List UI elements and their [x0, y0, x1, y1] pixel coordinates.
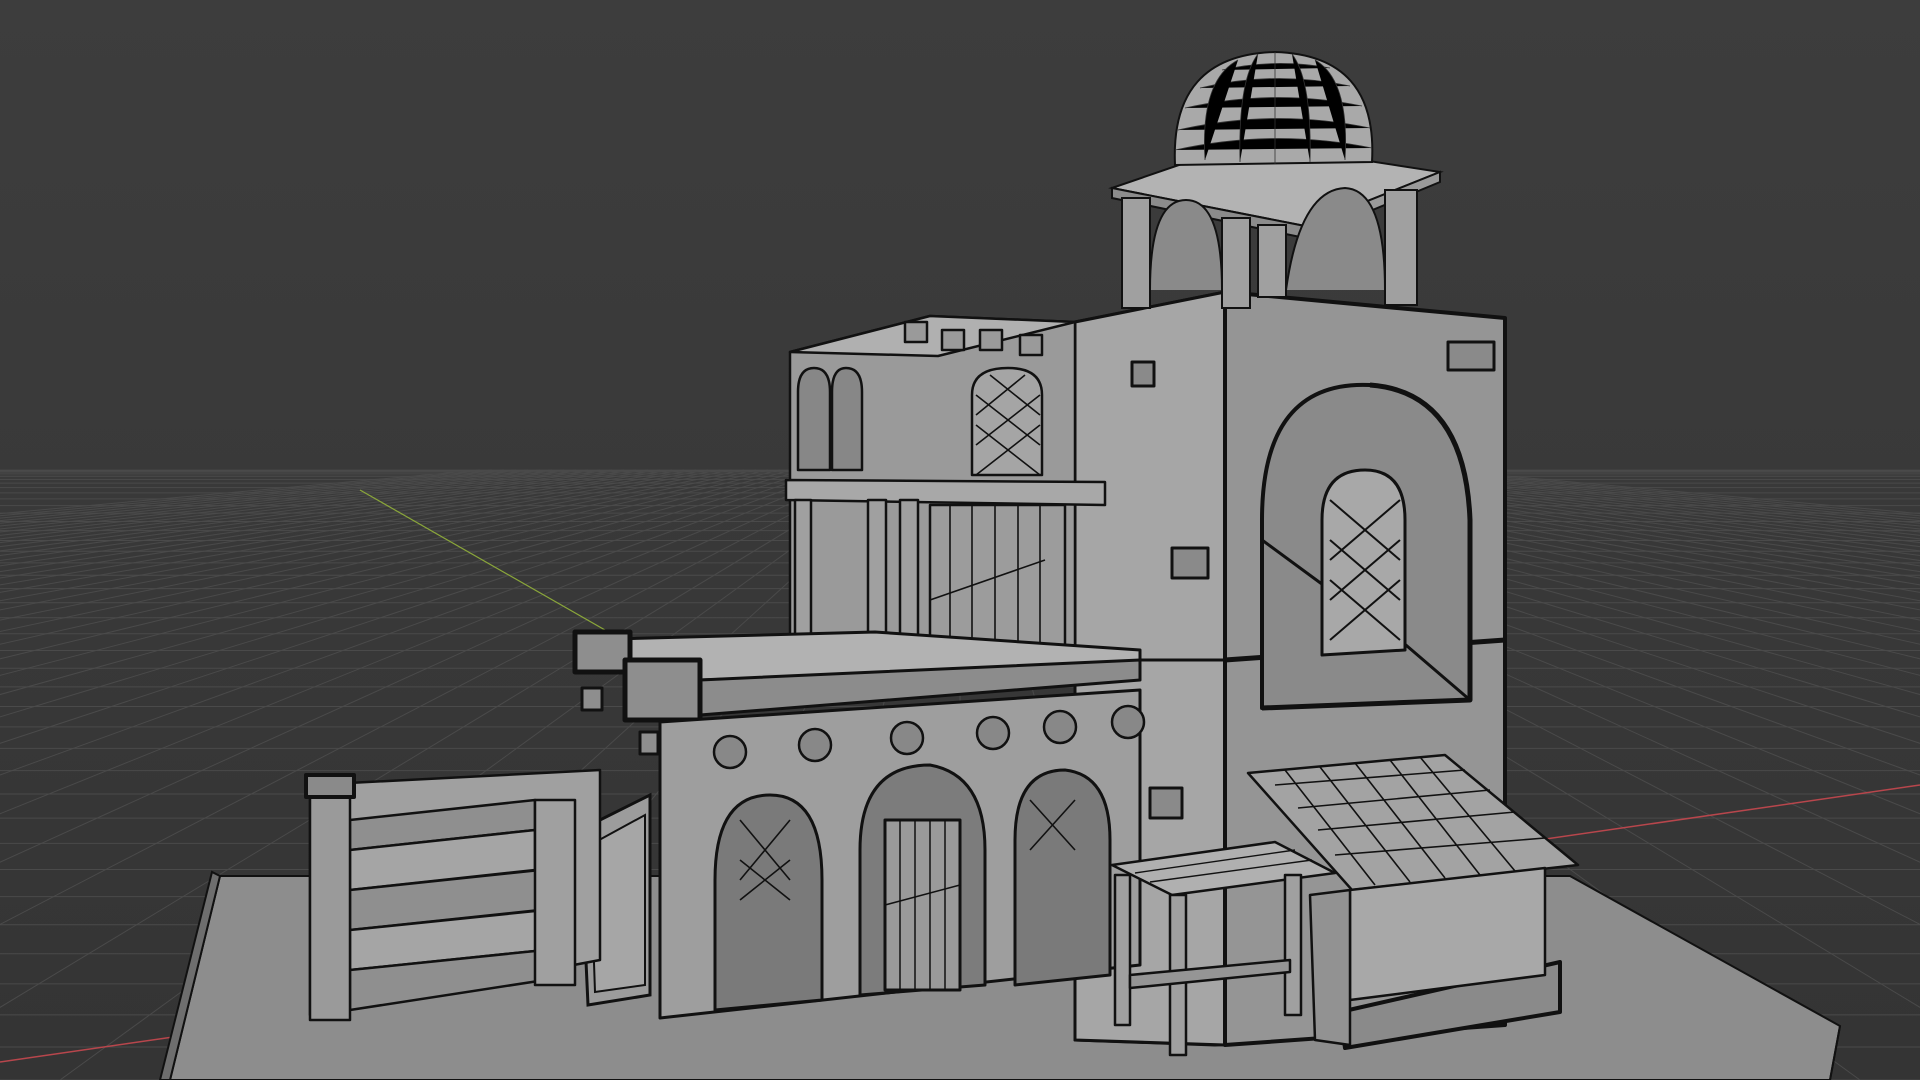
dome-pavilion[interactable]: [1108, 50, 1444, 309]
3d-viewport[interactable]: [0, 0, 1920, 1080]
scene-render[interactable]: [0, 0, 1920, 1080]
upper-balcony-room[interactable]: [784, 314, 1107, 667]
front-arcade-wall[interactable]: [658, 688, 1146, 1020]
left-staircase[interactable]: [304, 768, 602, 1022]
